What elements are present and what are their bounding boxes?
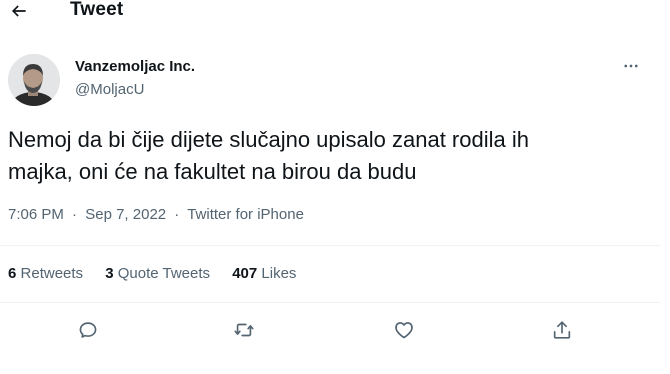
divider	[0, 245, 660, 246]
tweet-stats: 6 Retweets 3 Quote Tweets 407 Likes	[8, 265, 296, 282]
more-options-button[interactable]	[620, 55, 642, 77]
meta-separator: ·	[72, 206, 78, 223]
tweet-text-line: majka, oni će na fakultet na birou da bu…	[8, 159, 417, 184]
tweet-page: Tweet Vanzemoljac Inc. @MoljacU Nemoj da…	[0, 0, 670, 374]
tweet-author: Vanzemoljac Inc. @MoljacU	[8, 51, 648, 111]
tweet-metadata: 7:06 PM · Sep 7, 2022 · Twitter for iPho…	[8, 206, 304, 223]
likes-count: 407	[232, 265, 258, 282]
divider	[0, 302, 660, 303]
retweets-count: 6	[8, 265, 17, 282]
avatar[interactable]	[8, 54, 60, 106]
quote-tweets-count: 3	[105, 265, 114, 282]
likes-label: Likes	[261, 265, 297, 282]
page-title: Tweet	[70, 0, 124, 20]
avatar-image	[8, 54, 60, 106]
quote-tweets-label: Quote Tweets	[117, 265, 211, 282]
meta-separator: ·	[174, 206, 180, 223]
like-button[interactable]	[390, 316, 418, 344]
reply-button[interactable]	[74, 316, 102, 344]
author-handle[interactable]: @MoljacU	[75, 81, 144, 98]
author-name[interactable]: Vanzemoljac Inc.	[75, 58, 195, 75]
share-icon	[553, 321, 571, 339]
tweet-text-line: Nemoj da bi čije dijete slučajno upisalo…	[8, 127, 529, 152]
back-button[interactable]	[8, 0, 30, 22]
tweet-source[interactable]: Twitter for iPhone	[187, 206, 304, 223]
heart-icon	[395, 322, 413, 339]
retweets-stat[interactable]: 6 Retweets	[8, 265, 83, 282]
tweet-date[interactable]: Sep 7, 2022	[85, 206, 166, 223]
top-bar: Tweet	[0, 0, 660, 28]
quote-tweets-stat[interactable]: 3 Quote Tweets	[105, 265, 210, 282]
retweets-label: Retweets	[20, 265, 84, 282]
tweet-time[interactable]: 7:06 PM	[8, 206, 64, 223]
retweet-button[interactable]	[230, 316, 258, 344]
reply-icon	[79, 322, 97, 338]
likes-stat[interactable]: 407 Likes	[232, 265, 296, 282]
arrow-left-icon	[11, 5, 26, 17]
tweet-actions	[0, 316, 660, 344]
more-horizontal-icon	[624, 64, 638, 68]
retweet-icon	[234, 323, 254, 337]
tweet-text: Nemoj da bi čije dijete slučajno upisalo…	[8, 124, 648, 188]
share-button[interactable]	[548, 316, 576, 344]
